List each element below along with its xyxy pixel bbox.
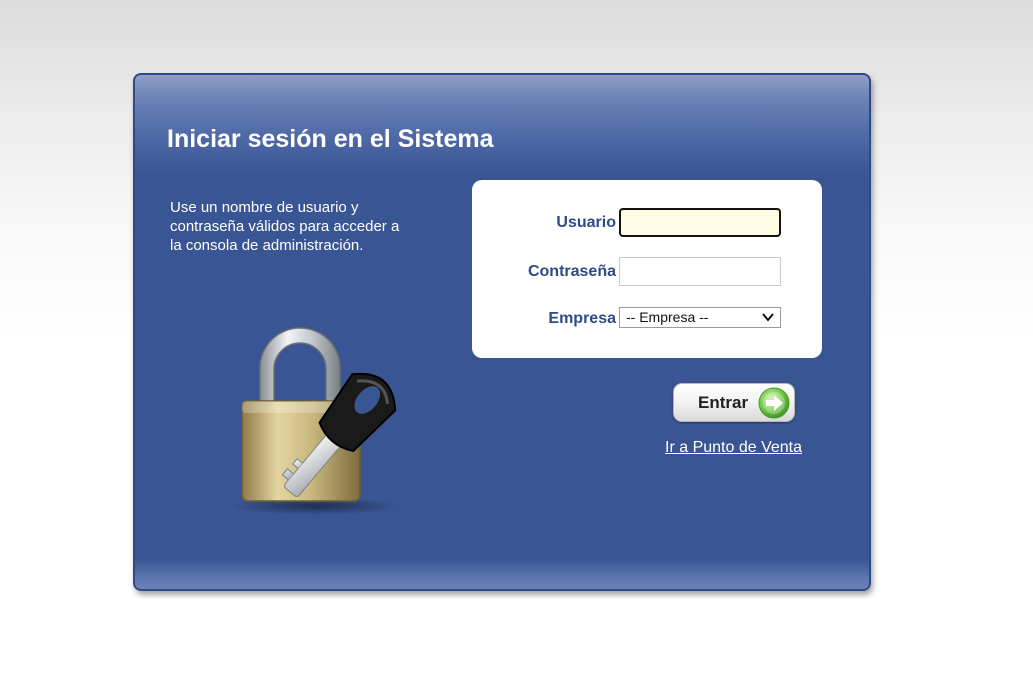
password-label: Contraseña bbox=[527, 263, 616, 280]
user-row: Usuario bbox=[472, 208, 822, 240]
login-form: Usuario Contraseña Empresa -- Empresa -- bbox=[472, 180, 822, 358]
point-of-sale-link[interactable]: Ir a Punto de Venta bbox=[665, 439, 802, 457]
login-description: Use un nombre de usuario y contraseña vá… bbox=[170, 199, 400, 254]
company-select[interactable]: -- Empresa -- bbox=[619, 307, 781, 328]
panel-footer-gloss bbox=[135, 559, 869, 589]
company-row: Empresa -- Empresa -- bbox=[472, 304, 822, 336]
login-panel: Iniciar sesión en el Sistema Use un nomb… bbox=[133, 73, 871, 591]
padlock-with-key-icon bbox=[230, 327, 400, 515]
enter-button[interactable]: Entrar bbox=[673, 383, 795, 422]
page-title: Iniciar sesión en el Sistema bbox=[167, 125, 494, 153]
chevron-down-icon bbox=[762, 313, 774, 322]
company-label: Empresa bbox=[548, 310, 616, 327]
user-label: Usuario bbox=[556, 214, 616, 231]
company-select-value: -- Empresa -- bbox=[626, 309, 709, 325]
green-arrow-right-icon bbox=[758, 387, 790, 419]
enter-button-label: Entrar bbox=[698, 393, 749, 412]
user-input[interactable] bbox=[619, 208, 781, 237]
password-input[interactable] bbox=[619, 257, 781, 286]
password-row: Contraseña bbox=[472, 257, 822, 289]
